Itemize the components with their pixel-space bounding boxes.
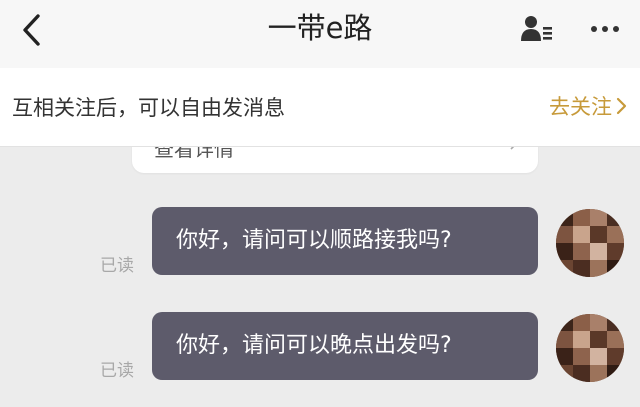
more-dots-icon [591,26,619,32]
avatar[interactable] [556,209,624,277]
profile-button[interactable] [520,14,554,44]
message-row: 已读 你好，请问可以顺路接我吗? [0,207,640,287]
user-card-icon [521,16,552,41]
message-bubble[interactable]: 你好，请问可以晚点出发吗? [152,312,538,380]
trip-detail-card[interactable]: 查看详情 [132,147,538,173]
follow-button-label: 去关注 [549,95,612,119]
follow-hint-text: 互相关注后，可以自由发消息 [12,96,285,120]
read-status: 已读 [100,256,134,276]
chat-area: 查看详情 已读 你好，请问可以顺路接我吗? 已读 你好，请问可以晚点出发吗? [0,147,640,407]
message-bubble[interactable]: 你好，请问可以顺路接我吗? [152,207,538,275]
chevron-right-icon [616,97,627,115]
view-details-link[interactable]: 查看详情 [154,147,234,162]
chevron-right-icon [510,147,515,150]
avatar-image [556,209,624,277]
avatar[interactable] [556,314,624,382]
nav-header: 一带e路 [0,0,640,68]
follow-banner: 互相关注后，可以自由发消息 去关注 [0,68,640,147]
chevron-left-icon [23,14,40,46]
follow-button[interactable]: 去关注 [549,91,628,121]
avatar-image [556,314,624,382]
back-button[interactable] [18,12,48,48]
message-row: 已读 你好，请问可以晚点出发吗? [0,312,640,392]
read-status: 已读 [100,361,134,381]
more-button[interactable] [588,14,622,44]
